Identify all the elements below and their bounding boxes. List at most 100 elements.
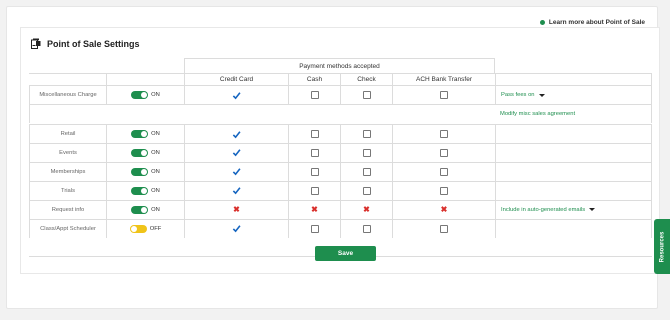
misc-agreement-spacer	[29, 105, 495, 123]
checkbox[interactable]	[440, 167, 448, 176]
method-cell-ach-bank-transfer[interactable]	[392, 125, 495, 143]
checkbox[interactable]	[362, 91, 371, 99]
method-cell-ach-bank-transfer[interactable]	[392, 143, 495, 162]
checkbox[interactable]	[440, 148, 448, 157]
method-cell-cash[interactable]	[288, 181, 340, 200]
table-header-group: Payment methods accepted	[29, 58, 652, 73]
toggle-switch[interactable]: ON	[131, 167, 160, 176]
column-header: ACH Bank Transfer	[392, 74, 495, 85]
toggle-state-label: ON	[151, 92, 160, 98]
method-cell-check[interactable]	[340, 219, 392, 238]
checkbox[interactable]	[362, 167, 371, 176]
toggle-knob[interactable]	[129, 224, 147, 233]
method-cell-ach-bank-transfer[interactable]	[392, 181, 495, 200]
checkbox[interactable]	[362, 186, 371, 195]
header-empty-label	[29, 74, 106, 85]
checkbox[interactable]	[362, 148, 371, 157]
method-cell-check[interactable]	[340, 143, 392, 162]
method-cell-credit-card[interactable]	[184, 143, 288, 162]
notes-cell	[495, 143, 652, 162]
toggle-knob[interactable]	[131, 91, 149, 99]
checkbox[interactable]	[440, 224, 448, 233]
toggle-switch[interactable]: ON	[131, 91, 160, 99]
dropdown-label: Include in auto-generated emails	[501, 206, 586, 213]
method-cell-check[interactable]: ✖	[340, 200, 392, 219]
checkmark-icon[interactable]	[232, 167, 241, 176]
notes-cell: Include in auto-generated emails	[495, 200, 652, 219]
method-cell-cash[interactable]	[288, 125, 340, 143]
method-cell-check[interactable]	[340, 86, 392, 104]
toggle-cell: OFF	[106, 219, 184, 238]
checkmark-icon[interactable]	[232, 91, 241, 100]
method-cell-cash[interactable]	[288, 162, 340, 181]
toggle-knob[interactable]	[131, 167, 149, 176]
method-cell-ach-bank-transfer[interactable]	[392, 219, 495, 238]
x-mark-icon[interactable]: ✖	[441, 205, 448, 214]
method-cell-cash[interactable]	[288, 143, 340, 162]
info-dot-icon	[539, 20, 545, 25]
settings-panel: Learn more about Point of Sale Point of …	[6, 6, 660, 309]
method-cell-cash[interactable]	[288, 219, 340, 238]
method-cell-check[interactable]	[340, 181, 392, 200]
checkbox[interactable]	[310, 148, 319, 157]
checkmark-icon[interactable]	[232, 148, 241, 157]
method-cell-credit-card[interactable]	[184, 181, 288, 200]
x-mark-icon[interactable]: ✖	[311, 205, 318, 214]
fees-dropdown[interactable]: Pass fees on	[501, 92, 545, 98]
x-mark-icon[interactable]: ✖	[363, 205, 370, 214]
toggle-cell: ON	[106, 86, 184, 104]
toggle-knob[interactable]	[131, 148, 149, 157]
method-cell-credit-card[interactable]	[184, 125, 288, 143]
checkbox[interactable]	[310, 186, 319, 195]
learn-more-link[interactable]: Learn more about Point of Sale	[539, 19, 645, 26]
row-label: Trials	[61, 187, 75, 194]
row-label: Memberships	[50, 168, 86, 175]
toggle-cell: ON	[106, 125, 184, 143]
page-title: Point of Sale Settings	[31, 38, 140, 49]
table-header-columns: Credit Card Cash Check ACH Bank Transfer	[29, 73, 652, 85]
toggle-switch[interactable]: ON	[131, 205, 160, 214]
fees-dropdown[interactable]: Include in auto-generated emails	[501, 206, 596, 213]
notes-cell	[495, 162, 652, 181]
toggle-knob[interactable]	[131, 186, 149, 195]
method-cell-ach-bank-transfer[interactable]: ✖	[392, 200, 495, 219]
checkbox[interactable]	[362, 224, 371, 233]
method-cell-credit-card[interactable]	[184, 86, 288, 104]
method-cell-check[interactable]	[340, 162, 392, 181]
method-cell-ach-bank-transfer[interactable]	[392, 162, 495, 181]
toggle-knob[interactable]	[131, 205, 149, 214]
method-cell-credit-card[interactable]	[184, 162, 288, 181]
checkmark-icon[interactable]	[232, 224, 241, 233]
dropdown-label: Pass fees on	[501, 92, 535, 98]
method-cell-credit-card[interactable]	[184, 219, 288, 238]
toggle-switch[interactable]: OFF	[129, 224, 161, 233]
toggle-cell: ON	[106, 200, 184, 219]
toggle-switch[interactable]: ON	[131, 130, 160, 138]
payment-methods-header-label: Payment methods accepted	[299, 62, 380, 70]
checkbox[interactable]	[440, 186, 448, 195]
method-cell-credit-card[interactable]: ✖	[184, 200, 288, 219]
method-cell-cash[interactable]	[288, 86, 340, 104]
resources-tab[interactable]: Resources	[654, 219, 670, 274]
toggle-cell: ON	[106, 181, 184, 200]
checkbox[interactable]	[440, 130, 448, 138]
method-cell-ach-bank-transfer[interactable]	[392, 86, 495, 104]
save-button[interactable]: Save	[315, 246, 376, 261]
notes-cell	[495, 125, 652, 143]
checkbox[interactable]	[310, 224, 319, 233]
checkbox[interactable]	[310, 167, 319, 176]
checkmark-icon[interactable]	[232, 130, 241, 139]
x-mark-icon[interactable]: ✖	[233, 205, 240, 214]
method-cell-cash[interactable]: ✖	[288, 200, 340, 219]
page-title-text: Point of Sale Settings	[47, 38, 140, 49]
toggle-knob[interactable]	[131, 130, 149, 138]
toggle-switch[interactable]: ON	[131, 186, 160, 195]
checkbox[interactable]	[440, 91, 448, 99]
modify-misc-sales-link[interactable]: Modify misc sales agreement	[500, 111, 575, 117]
checkbox[interactable]	[310, 91, 319, 99]
method-cell-check[interactable]	[340, 125, 392, 143]
checkbox[interactable]	[362, 130, 371, 138]
toggle-switch[interactable]: ON	[131, 148, 160, 157]
checkmark-icon[interactable]	[232, 186, 241, 195]
checkbox[interactable]	[310, 130, 319, 138]
